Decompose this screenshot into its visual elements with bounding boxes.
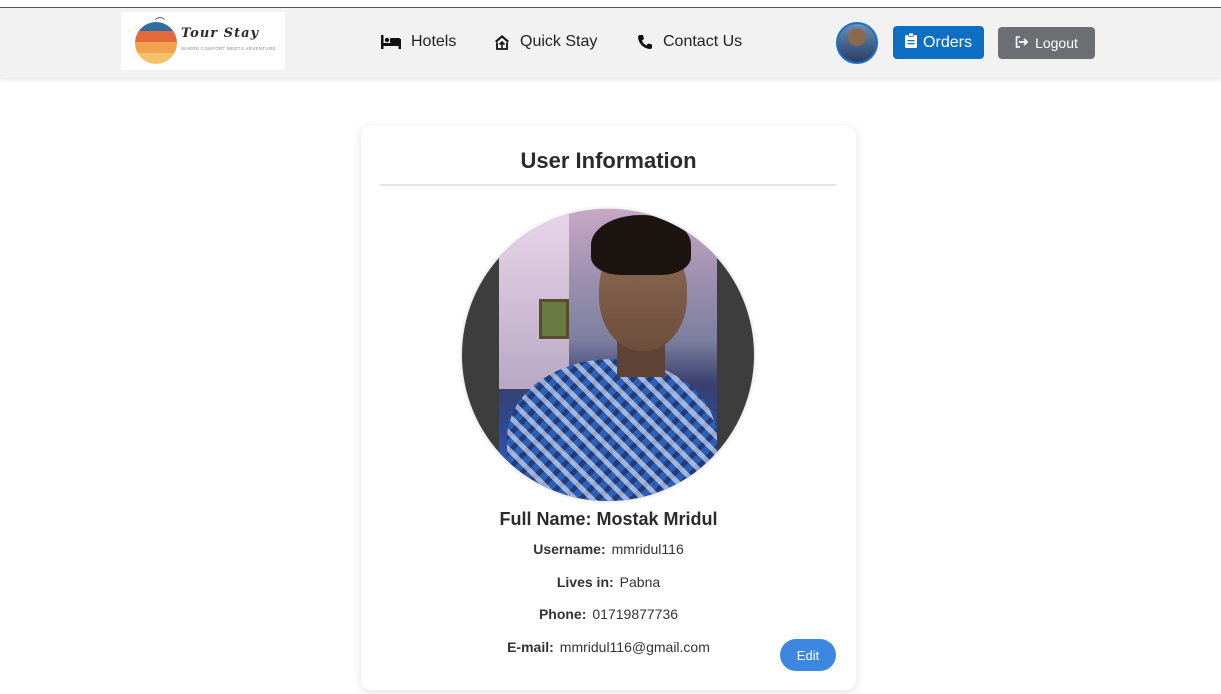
house-up-icon bbox=[494, 34, 510, 50]
logout-icon bbox=[1015, 35, 1029, 51]
nav-link-label: Hotels bbox=[411, 33, 457, 50]
clipboard-icon bbox=[905, 32, 918, 53]
bird-icon: ⌒ bbox=[155, 18, 165, 29]
orders-button[interactable]: Orders bbox=[893, 26, 984, 59]
email-label: E-mail: bbox=[507, 639, 554, 655]
full-name-value: Mostak Mridul bbox=[596, 509, 718, 529]
nav-link-hotels[interactable]: Hotels bbox=[381, 33, 456, 51]
phone-label: Phone: bbox=[538, 606, 587, 622]
lives-in-row: Lives in: Pabna bbox=[361, 574, 856, 590]
phone-icon bbox=[637, 34, 653, 50]
username-value: mmridul116 bbox=[611, 541, 684, 557]
profile-image bbox=[499, 209, 717, 501]
nav-link-label: Contact Us bbox=[663, 33, 743, 50]
lives-in-label: Lives in: bbox=[556, 574, 614, 590]
brand-tagline: WHERE COMFORT MEETS ADVENTURE bbox=[181, 46, 276, 51]
username-row: Username: mmridul116 bbox=[361, 541, 856, 557]
user-info-card: User Information Full Name: Mostak Mridu… bbox=[361, 126, 856, 690]
profile-photo bbox=[462, 209, 754, 501]
logout-label: Logout bbox=[1035, 35, 1078, 51]
logout-button[interactable]: Logout bbox=[998, 27, 1095, 59]
brand-logo[interactable]: ⌒ Tour Stay WHERE COMFORT MEETS ADVENTUR… bbox=[121, 12, 285, 70]
card-title: User Information bbox=[520, 148, 697, 173]
full-name-label: Full Name: bbox=[499, 509, 592, 529]
phone-row: Phone: 01719877736 bbox=[361, 606, 856, 622]
nav-link-quick-stay[interactable]: Quick Stay bbox=[494, 33, 597, 51]
nav-link-contact-us[interactable]: Contact Us bbox=[637, 33, 742, 51]
brand-name: Tour Stay bbox=[181, 26, 260, 41]
edit-button[interactable]: Edit bbox=[780, 639, 836, 671]
navbar: ⌒ Tour Stay WHERE COMFORT MEETS ADVENTUR… bbox=[0, 8, 1221, 78]
orders-label: Orders bbox=[923, 33, 972, 51]
full-name: Full Name: Mostak Mridul bbox=[361, 509, 856, 530]
divider bbox=[380, 184, 836, 186]
lives-in-value: Pabna bbox=[619, 574, 661, 590]
window-top-edge bbox=[0, 0, 1221, 8]
bed-icon bbox=[381, 35, 401, 49]
email-value: mmridul116@gmail.com bbox=[559, 639, 710, 655]
user-avatar[interactable] bbox=[836, 22, 878, 64]
phone-value: 01719877736 bbox=[592, 606, 679, 622]
nav-link-label: Quick Stay bbox=[520, 33, 598, 50]
username-label: Username: bbox=[533, 541, 606, 557]
